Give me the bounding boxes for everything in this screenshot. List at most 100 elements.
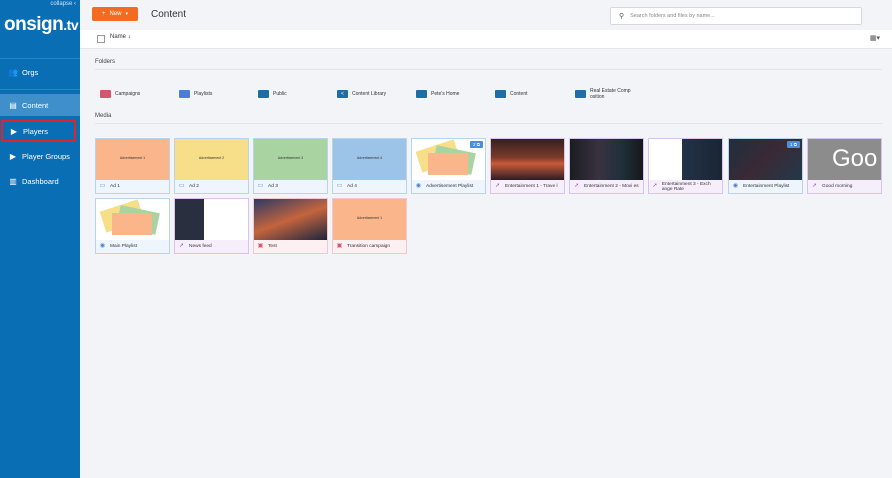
stack-card xyxy=(112,213,152,235)
media-item-main-playlist[interactable]: ◉ Main Playlist xyxy=(95,198,170,254)
media-item-transition-campaign[interactable]: Advertisement 1 ▣ Transition campaign xyxy=(332,198,407,254)
thumbnail-text: Advertisement 1 xyxy=(119,156,146,160)
search-input[interactable] xyxy=(630,13,831,19)
media-label: Good morning xyxy=(822,184,853,189)
media-item-entertainment-1[interactable]: ➚ Entertainment 1 - Trave l xyxy=(490,138,565,194)
rocket-icon: ➚ xyxy=(811,183,818,189)
monitor-icon: ▭ xyxy=(178,183,185,189)
thumbnail: Advertisement 1 xyxy=(96,139,169,180)
folder-label: Real Estate Comp osition xyxy=(590,88,631,100)
folder-label: Content xyxy=(510,91,528,97)
media-label: Advertisement Playlist xyxy=(426,184,474,189)
media-caption: ▭ Ad 1 xyxy=(96,180,169,193)
sidebar-item-player-groups[interactable]: ▶ Player Groups xyxy=(0,145,80,167)
media-heading: Media xyxy=(95,113,112,119)
rocket-icon: ➚ xyxy=(652,183,658,189)
media-caption: ➚ Entertainment 1 - Trave l xyxy=(491,180,564,193)
content-icon: ▤ xyxy=(9,100,17,110)
media-caption: ▭ Ad 3 xyxy=(254,180,327,193)
media-caption: ➚ Entertainment 3 - Exch ange Rate xyxy=(649,180,722,193)
folder-icon xyxy=(495,90,506,98)
thumbnail xyxy=(491,139,564,180)
thumbnail xyxy=(96,199,169,240)
chevron-left-icon: ‹ xyxy=(74,1,76,7)
media-caption: ▭ Ad 4 xyxy=(333,180,406,193)
media-caption: ▣ Transition campaign xyxy=(333,240,406,253)
thumbnail-text: Advertisement 4 xyxy=(356,156,383,160)
media-caption: ◉ Advertisement Playlist xyxy=(412,180,485,193)
media-item-advertisement-playlist[interactable]: 2 ⧉ ◉ Advertisement Playlist xyxy=(411,138,486,194)
play-icon: ▶ xyxy=(10,126,18,136)
collapse-button[interactable]: collapse ‹ xyxy=(50,1,76,7)
media-item-news-feed[interactable]: ➚ News feed xyxy=(174,198,249,254)
playlist-icon: ◉ xyxy=(415,183,422,189)
stack-card xyxy=(428,153,468,175)
search-box[interactable]: ⚲ xyxy=(610,7,862,25)
folder-real-estate-composition[interactable]: Real Estate Comp osition xyxy=(575,88,631,100)
media-item-ad-4[interactable]: Advertisement 4 ▭ Ad 4 xyxy=(332,138,407,194)
monitor-icon: ▭ xyxy=(257,183,264,189)
media-item-entertainment-2[interactable]: ➚ Entertainment 2 - Movi es xyxy=(569,138,644,194)
sidebar-item-label: Dashboard xyxy=(22,176,59,186)
folder-icon xyxy=(179,90,190,98)
folder-playlists[interactable]: Playlists xyxy=(179,88,212,100)
media-item-ad-2[interactable]: Advertisement 2 ▭ Ad 2 xyxy=(174,138,249,194)
media-caption: ➚ News feed xyxy=(175,240,248,253)
play-icon: ▶ xyxy=(9,151,17,161)
logo-sub: .tv xyxy=(63,17,79,33)
thumbnail: Advertisement 2 xyxy=(175,139,248,180)
media-caption: ➚ Entertainment 2 - Movi es xyxy=(570,180,643,193)
folder-label: Campaigns xyxy=(115,91,141,97)
folder-content-library[interactable]: < Content Library xyxy=(337,88,386,100)
rocket-icon: ➚ xyxy=(573,183,580,189)
media-item-good-morning[interactable]: Goo ➚ Good morning xyxy=(807,138,882,194)
media-label: Main Playlist xyxy=(110,244,137,249)
new-button[interactable]: + New ▾ xyxy=(92,7,138,21)
thumbnail: Advertisement 1 xyxy=(333,199,406,240)
media-caption: ▭ Ad 2 xyxy=(175,180,248,193)
folder-label: Playlists xyxy=(194,91,213,97)
folder-campaigns[interactable]: Campaigns xyxy=(100,88,140,100)
sort-label: Name xyxy=(110,34,127,40)
media-item-test[interactable]: ▣ Test xyxy=(253,198,328,254)
sidebar-item-dashboard[interactable]: ▥ Dashboard xyxy=(0,170,80,192)
media-label: Transition campaign xyxy=(347,244,391,249)
plus-icon: + xyxy=(101,11,106,17)
media-caption: ◉ Main Playlist xyxy=(96,240,169,253)
folder-label: Public xyxy=(273,91,287,97)
thumbnail: Goo xyxy=(808,139,881,180)
logo: onsign.tv xyxy=(4,14,79,36)
sort-by-name[interactable]: Name ↓ xyxy=(110,34,131,40)
folder-content[interactable]: Content xyxy=(495,88,528,100)
sidebar-item-content[interactable]: ▤ Content xyxy=(0,94,80,116)
logo-main: onsign xyxy=(4,14,64,35)
sidebar-item-orgs[interactable]: 👥 Orgs xyxy=(0,61,80,83)
media-label: Entertainment 2 - Movi es xyxy=(584,184,639,189)
media-item-entertainment-playlist[interactable]: 1 ⧉ ◉ Entertainment Playlist xyxy=(728,138,803,194)
view-toggle-button[interactable]: ▦▾ xyxy=(870,34,880,42)
folder-public[interactable]: Public xyxy=(258,88,287,100)
media-label: Ad 4 xyxy=(347,184,357,189)
media-item-entertainment-3[interactable]: ➚ Entertainment 3 - Exch ange Rate xyxy=(648,138,723,194)
thumbnail: Advertisement 4 xyxy=(333,139,406,180)
media-item-ad-3[interactable]: Advertisement 3 ▭ Ad 3 xyxy=(253,138,328,194)
user-folder-icon xyxy=(416,90,427,98)
thumbnail xyxy=(254,199,327,240)
rocket-icon: ➚ xyxy=(494,183,501,189)
sidebar-item-label: Players xyxy=(23,126,49,136)
media-item-ad-1[interactable]: Advertisement 1 ▭ Ad 1 xyxy=(95,138,170,194)
select-all-checkbox[interactable] xyxy=(97,35,105,43)
thumbnail: 2 ⧉ xyxy=(412,139,485,180)
media-label: Test xyxy=(268,244,277,249)
chart-icon: ▥ xyxy=(9,176,17,186)
monitor-icon: ▭ xyxy=(99,183,106,189)
folder-petes-home[interactable]: Pete's Home xyxy=(416,88,459,100)
media-label: Entertainment 1 - Trave l xyxy=(505,184,558,189)
grid-icon: ▦▾ xyxy=(869,35,880,42)
sidebar-item-label: Content xyxy=(22,100,49,110)
thumbnail-text: Advertisement 1 xyxy=(356,216,383,220)
thumbnail-text: Goo xyxy=(832,145,878,172)
share-icon: < xyxy=(337,90,348,98)
media-caption: ▣ Test xyxy=(254,240,327,253)
sidebar-item-players[interactable]: ▶ Players xyxy=(1,120,76,142)
